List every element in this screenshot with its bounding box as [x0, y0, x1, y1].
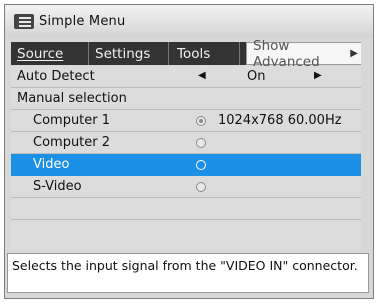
show-advanced-label: Show Advanced [253, 37, 320, 70]
status-description: Selects the input signal from the "VIDEO… [7, 253, 369, 293]
empty-row [11, 198, 361, 220]
source-label: S-Video [33, 179, 82, 194]
source-label: Computer 1 [33, 113, 111, 128]
source-panel: Auto Detect ◀ On ▶ Manual selection Comp… [11, 66, 361, 250]
signal-info: 1024x768 60.00Hz [218, 113, 342, 128]
tab-tools[interactable]: Tools [169, 42, 240, 65]
title-bar: Simple Menu [5, 5, 373, 38]
radio-button[interactable] [196, 160, 206, 170]
radio-button[interactable] [196, 182, 206, 192]
auto-detect-row[interactable]: Auto Detect ◀ On ▶ [11, 66, 361, 88]
menu-list-icon [14, 14, 34, 29]
window-title: Simple Menu [39, 14, 126, 29]
triangle-right-icon[interactable]: ▶ [314, 70, 322, 81]
tab-settings[interactable]: Settings [89, 42, 169, 65]
auto-detect-value: On [247, 69, 266, 84]
source-row-s-video[interactable]: S-Video [11, 176, 361, 198]
radio-button[interactable] [196, 138, 206, 148]
auto-detect-label: Auto Detect [17, 69, 95, 84]
tab-source[interactable]: Source [11, 42, 89, 65]
source-row-computer-2[interactable]: Computer 2 [11, 132, 361, 154]
triangle-right-icon: ▶ [350, 48, 358, 59]
radio-button[interactable] [196, 116, 206, 126]
empty-row [11, 220, 361, 242]
tab-bar: Source Settings Tools Show Advanced ▶ [11, 38, 361, 70]
source-row-computer-1[interactable]: Computer 1 1024x768 60.00Hz [11, 110, 361, 132]
triangle-left-icon[interactable]: ◀ [198, 70, 206, 81]
manual-selection-row: Manual selection [11, 88, 361, 110]
source-label: Video [33, 157, 70, 172]
source-label: Computer 2 [33, 135, 111, 150]
manual-selection-label: Manual selection [17, 91, 127, 106]
source-row-video[interactable]: Video [11, 154, 361, 176]
show-advanced-button[interactable]: Show Advanced ▶ [246, 38, 361, 70]
